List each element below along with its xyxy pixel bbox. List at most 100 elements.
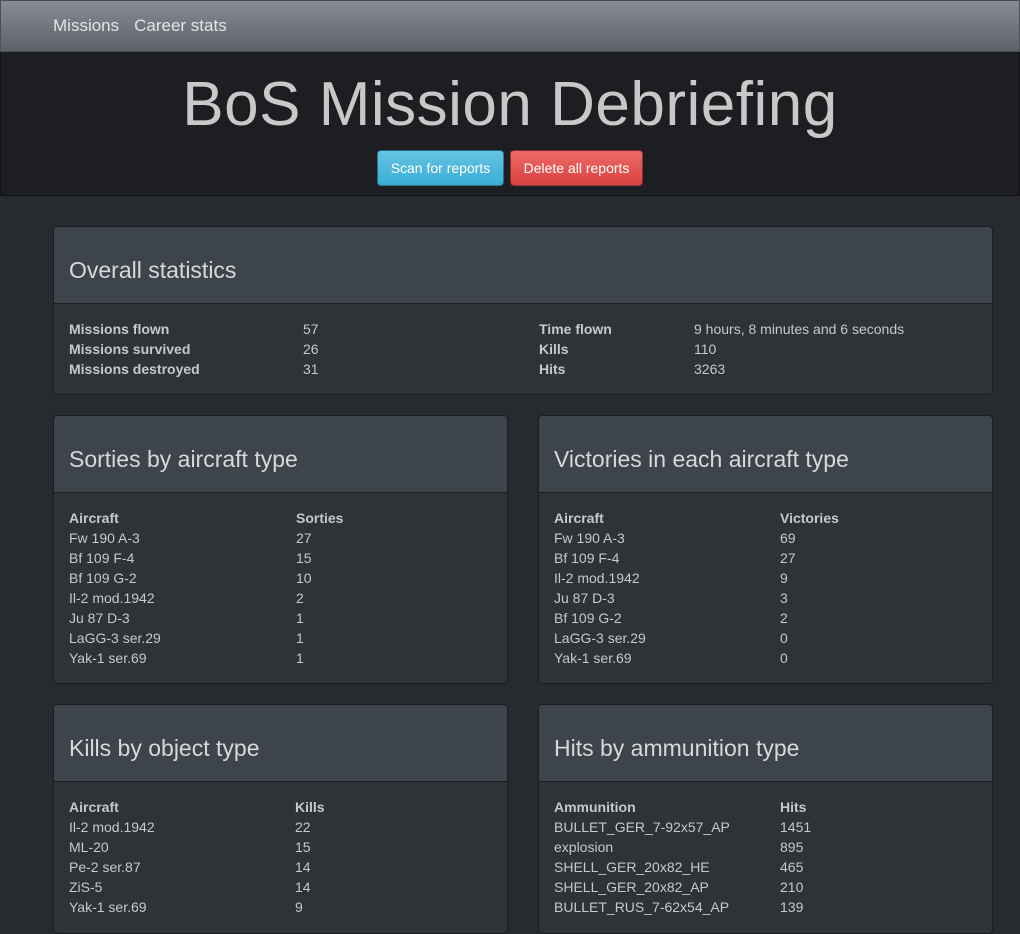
kills-body: Aircraft Kills Il-2 mod.1942 22 ML-20 15 P… bbox=[54, 782, 507, 917]
hits-value: 3263 bbox=[694, 361, 726, 377]
kills-label: Kills bbox=[539, 341, 569, 357]
hits-label: Hits bbox=[539, 361, 566, 377]
ammunition-cell: SHELL_GER_20x82_HE bbox=[554, 859, 710, 875]
overall-right-values: 9 hours, 8 minutes and 6 seconds 110 326… bbox=[694, 319, 904, 379]
overall-right-column: Time flown Kills Hits 9 hours, 8 minutes… bbox=[539, 319, 904, 379]
overall-statistics-heading: Overall statistics bbox=[54, 227, 992, 304]
count-cell: 1 bbox=[296, 610, 304, 626]
overall-left-column: Missions flown Missions survived Mission… bbox=[69, 319, 539, 379]
table-row: Il-2 mod.1942 9 bbox=[554, 568, 977, 588]
table-row: SHELL_GER_20x82_AP 210 bbox=[554, 877, 977, 897]
count-cell: 0 bbox=[780, 650, 788, 666]
table-row: Fw 190 A-3 27 bbox=[69, 528, 492, 548]
table-header-row: Aircraft Sorties bbox=[69, 508, 492, 528]
object-cell: Il-2 mod.1942 bbox=[69, 819, 155, 835]
table-row: BULLET_GER_7-92x57_AP 1451 bbox=[554, 817, 977, 837]
kills-heading: Kills by object type bbox=[54, 705, 507, 782]
victories-panel: Victories in each aircraft type Aircraft… bbox=[538, 415, 993, 684]
missions-destroyed-value: 31 bbox=[303, 361, 319, 377]
count-cell: 3 bbox=[780, 590, 788, 606]
table-row: Bf 109 F-4 27 bbox=[554, 548, 977, 568]
sorties-heading: Sorties by aircraft type bbox=[54, 416, 507, 493]
count-cell: 22 bbox=[295, 819, 311, 835]
count-cell: 14 bbox=[295, 879, 311, 895]
table-header-row: Aircraft Kills bbox=[69, 797, 492, 817]
count-cell: 10 bbox=[296, 570, 312, 586]
aircraft-cell: Yak-1 ser.69 bbox=[554, 650, 632, 666]
table-row: Bf 109 G-2 10 bbox=[69, 568, 492, 588]
table-row: ZiS-5 14 bbox=[69, 877, 492, 897]
count-cell: 139 bbox=[780, 899, 804, 915]
count-cell: 1451 bbox=[780, 819, 812, 835]
kills-table: Aircraft Kills Il-2 mod.1942 22 ML-20 15 P… bbox=[69, 797, 492, 917]
table-row: ML-20 15 bbox=[69, 837, 492, 857]
time-flown-label: Time flown bbox=[539, 321, 612, 337]
table-row: BULLET_RUS_7-62x54_AP 139 bbox=[554, 897, 977, 917]
aircraft-cell: Il-2 mod.1942 bbox=[69, 590, 155, 606]
time-flown-value: 9 hours, 8 minutes and 6 seconds bbox=[694, 321, 905, 337]
victories-body: Aircraft Victories Fw 190 A-3 69 Bf 109 F… bbox=[539, 493, 992, 668]
nav-link-career-stats[interactable]: Career stats bbox=[134, 16, 227, 36]
count-cell: 1 bbox=[296, 630, 304, 646]
column-header: Victories bbox=[780, 510, 839, 526]
missions-survived-value: 26 bbox=[303, 341, 319, 357]
table-row: Il-2 mod.1942 2 bbox=[69, 588, 492, 608]
aircraft-cell: Yak-1 ser.69 bbox=[69, 650, 147, 666]
navbar: Missions Career stats bbox=[0, 0, 1020, 52]
ammunition-cell: BULLET_GER_7-92x57_AP bbox=[554, 819, 730, 835]
column-header: Kills bbox=[295, 799, 325, 815]
overall-left-values: 57 26 31 bbox=[303, 319, 319, 379]
table-row: Yak-1 ser.69 9 bbox=[69, 897, 492, 917]
missions-flown-value: 57 bbox=[303, 321, 319, 337]
overall-left-labels: Missions flown Missions survived Mission… bbox=[69, 319, 303, 379]
aircraft-cell: LaGG-3 ser.29 bbox=[69, 630, 161, 646]
aircraft-cell: Fw 190 A-3 bbox=[554, 530, 625, 546]
sorties-title: Sorties by aircraft type bbox=[69, 445, 298, 472]
aircraft-cell: Bf 109 F-4 bbox=[554, 550, 620, 566]
table-row: SHELL_GER_20x82_HE 465 bbox=[554, 857, 977, 877]
aircraft-cell: Ju 87 D-3 bbox=[554, 590, 615, 606]
column-header: Aircraft bbox=[69, 510, 119, 526]
kills-title: Kills by object type bbox=[69, 734, 260, 761]
table-header-row: Aircraft Victories bbox=[554, 508, 977, 528]
overall-statistics-title: Overall statistics bbox=[69, 256, 237, 283]
table-row: LaGG-3 ser.29 0 bbox=[554, 628, 977, 648]
table-row: Pe-2 ser.87 14 bbox=[69, 857, 492, 877]
table-row: Ju 87 D-3 1 bbox=[69, 608, 492, 628]
victories-title: Victories in each aircraft type bbox=[554, 445, 849, 472]
header-jumbotron: BoS Mission Debriefing Scan for reports … bbox=[0, 52, 1020, 196]
column-header: Aircraft bbox=[554, 510, 604, 526]
aircraft-cell: Bf 109 F-4 bbox=[69, 550, 135, 566]
count-cell: 2 bbox=[296, 590, 304, 606]
delete-all-reports-button[interactable]: Delete all reports bbox=[510, 150, 643, 186]
count-cell: 1 bbox=[296, 650, 304, 666]
header-button-row: Scan for reports Delete all reports bbox=[1, 150, 1019, 186]
count-cell: 69 bbox=[780, 530, 796, 546]
table-row: Bf 109 G-2 2 bbox=[554, 608, 977, 628]
table-row: Bf 109 F-4 15 bbox=[69, 548, 492, 568]
count-cell: 27 bbox=[296, 530, 312, 546]
nav-link-missions[interactable]: Missions bbox=[53, 16, 119, 36]
table-row: Ju 87 D-3 3 bbox=[554, 588, 977, 608]
missions-destroyed-label: Missions destroyed bbox=[69, 361, 200, 377]
object-cell: ZiS-5 bbox=[69, 879, 103, 895]
count-cell: 2 bbox=[780, 610, 788, 626]
count-cell: 0 bbox=[780, 630, 788, 646]
count-cell: 14 bbox=[295, 859, 311, 875]
scan-for-reports-button[interactable]: Scan for reports bbox=[377, 150, 504, 186]
column-header: Aircraft bbox=[69, 799, 119, 815]
ammunition-cell: SHELL_GER_20x82_AP bbox=[554, 879, 709, 895]
overall-statistics-panel: Overall statistics Missions flown Missio… bbox=[53, 226, 993, 395]
count-cell: 9 bbox=[780, 570, 788, 586]
aircraft-cell: Fw 190 A-3 bbox=[69, 530, 140, 546]
count-cell: 9 bbox=[295, 899, 303, 915]
aircraft-cell: Bf 109 G-2 bbox=[69, 570, 137, 586]
aircraft-cell: Ju 87 D-3 bbox=[69, 610, 130, 626]
count-cell: 210 bbox=[780, 879, 804, 895]
victories-table: Aircraft Victories Fw 190 A-3 69 Bf 109 F… bbox=[554, 508, 977, 668]
overall-statistics-body: Missions flown Missions survived Mission… bbox=[54, 304, 992, 379]
hits-title: Hits by ammunition type bbox=[554, 734, 800, 761]
table-row: Yak-1 ser.69 1 bbox=[69, 648, 492, 668]
table-row: LaGG-3 ser.29 1 bbox=[69, 628, 492, 648]
column-header: Hits bbox=[780, 799, 807, 815]
